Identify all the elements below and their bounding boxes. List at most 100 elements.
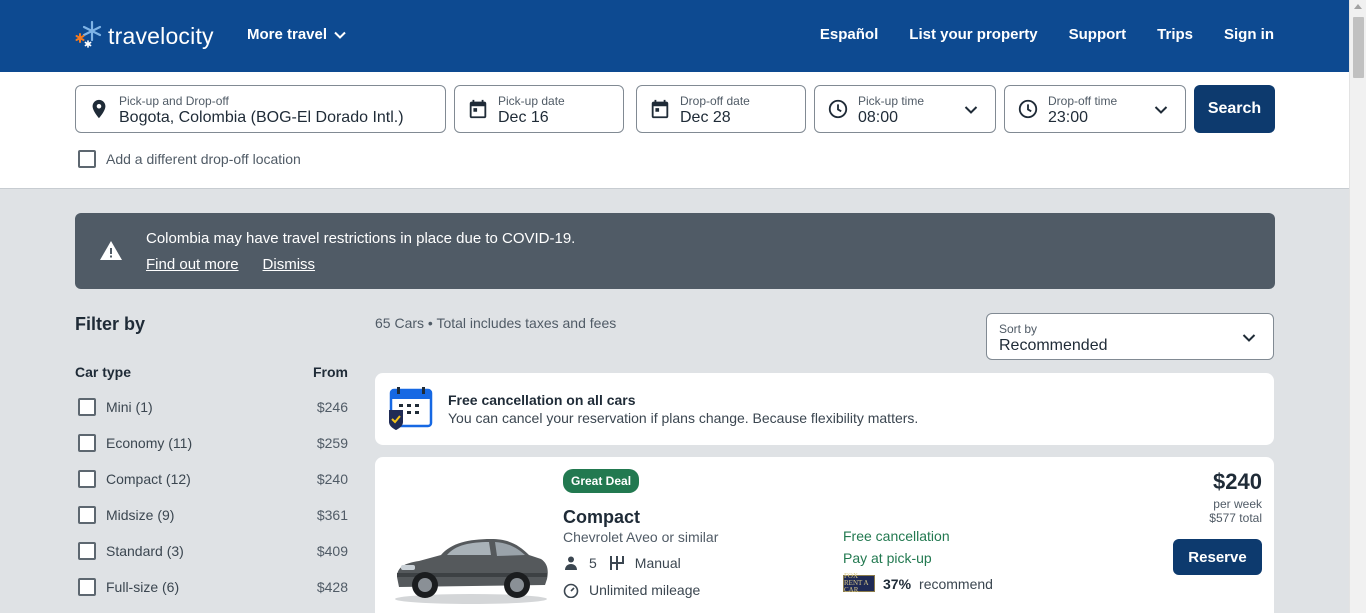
filter-label: Mini (1)	[106, 399, 153, 415]
more-travel-menu[interactable]: More travel	[247, 26, 347, 43]
warning-icon	[100, 241, 122, 260]
filter-item-compact[interactable]: Compact (12) $240	[75, 461, 348, 497]
dropoff-date-field[interactable]: Drop-off date Dec 28	[636, 85, 806, 133]
alert-links: Find out more Dismiss	[146, 256, 315, 273]
pickup-date-value: Dec 16	[498, 109, 549, 126]
scroll-up-arrow-icon[interactable]	[1354, 4, 1362, 9]
mileage-spec: Unlimited mileage	[563, 582, 700, 598]
dropoff-date-value: Dec 28	[680, 109, 731, 126]
filter-checkbox[interactable]	[78, 434, 96, 452]
different-dropoff-label: Add a different drop-off location	[106, 151, 301, 167]
page-scrollbar[interactable]	[1349, 0, 1366, 613]
from-heading: From	[313, 364, 348, 380]
location-value: Bogota, Colombia (BOG-El Dorado Intl.)	[119, 109, 404, 126]
nav-language[interactable]: Español	[820, 26, 878, 43]
gearshift-icon	[609, 556, 624, 570]
more-travel-label: More travel	[247, 26, 328, 43]
calendar-icon	[469, 99, 487, 119]
great-deal-badge: Great Deal	[563, 469, 640, 493]
filter-checkbox[interactable]	[78, 470, 96, 488]
sort-label: Sort by	[999, 322, 1038, 336]
pickup-time-value: 08:00	[858, 109, 899, 126]
clock-icon	[1018, 99, 1038, 119]
pickup-time-select[interactable]: Pick-up time 08:00	[814, 85, 996, 133]
transmission-value: Manual	[634, 555, 681, 571]
price-total: $577 total	[1209, 511, 1262, 525]
speedometer-icon	[563, 583, 579, 598]
results-count: 65 Cars • Total includes taxes and fees	[375, 315, 617, 331]
sort-value: Recommended	[999, 337, 1108, 354]
mileage-value: Unlimited mileage	[589, 582, 701, 598]
reserve-button[interactable]: Reserve	[1173, 539, 1262, 575]
dismiss-link[interactable]: Dismiss	[263, 256, 316, 273]
header-nav: Español List your property Support Trips…	[820, 26, 1274, 43]
nav-list-property[interactable]: List your property	[909, 26, 1037, 43]
pickup-date-label: Pick-up date	[498, 94, 565, 108]
dropoff-time-value: 23:00	[1048, 109, 1089, 126]
nav-support[interactable]: Support	[1069, 26, 1127, 43]
site-header: travelocity More travel Español List you…	[0, 0, 1349, 72]
seats-spec: 5	[563, 555, 597, 571]
calendar-shield-icon	[389, 387, 433, 430]
filter-label: Standard (3)	[106, 543, 184, 559]
filter-price: $361	[316, 507, 348, 523]
filter-item-full-size[interactable]: Full-size (6) $428	[75, 569, 348, 605]
pickup-time-label: Pick-up time	[858, 94, 925, 108]
chevron-down-icon	[1242, 334, 1256, 342]
search-button[interactable]: Search	[1194, 85, 1275, 133]
chevron-down-icon	[334, 31, 346, 39]
travelocity-logo[interactable]: travelocity	[74, 18, 214, 54]
filter-item-economy[interactable]: Economy (11) $259	[75, 425, 348, 461]
fox-rent-a-car-logo: FOX RENT A CAR	[843, 573, 875, 594]
price-period: per week	[1213, 497, 1262, 511]
find-out-more-link[interactable]: Find out more	[146, 256, 239, 273]
recommend-text: recommend	[919, 575, 993, 592]
filter-checkbox[interactable]	[78, 578, 96, 596]
logo-text: travelocity	[108, 22, 214, 49]
transmission-spec: Manual	[609, 555, 681, 571]
different-dropoff-checkbox[interactable]	[78, 150, 96, 168]
free-cancellation-banner: Free cancellation on all cars You can ca…	[375, 373, 1274, 445]
filter-item-midsize[interactable]: Midsize (9) $361	[75, 497, 348, 533]
sort-select[interactable]: Sort by Recommended	[986, 313, 1274, 360]
different-dropoff-checkbox-row[interactable]: Add a different drop-off location	[78, 150, 301, 168]
filter-item-mini[interactable]: Mini (1) $246	[75, 389, 348, 425]
free-cancellation-subtitle: You can cancel your reservation if plans…	[448, 410, 919, 426]
seats-value: 5	[589, 555, 597, 571]
car-image	[395, 539, 548, 604]
car-model: Chevrolet Aveo or similar	[563, 529, 719, 545]
nav-sign-in[interactable]: Sign in	[1224, 26, 1274, 43]
car-result-card[interactable]: Great Deal Compact Chevrolet Aveo or sim…	[375, 457, 1274, 613]
price-per-week: $240	[1213, 469, 1262, 494]
filter-price: $240	[316, 471, 348, 487]
car-type-filter-list: Mini (1) $246 Economy (11) $259 Compact …	[75, 389, 348, 605]
filter-title: Filter by	[75, 314, 146, 334]
person-icon	[565, 556, 577, 570]
filter-label: Full-size (6)	[106, 579, 180, 595]
location-field[interactable]: Pick-up and Drop-off Bogota, Colombia (B…	[75, 85, 446, 133]
pickup-date-field[interactable]: Pick-up date Dec 16	[454, 85, 624, 133]
car-type-heading: Car type	[75, 364, 132, 380]
car-specs: 5 Manual	[563, 555, 681, 571]
calendar-icon	[651, 99, 669, 119]
free-cancellation-title: Free cancellation on all cars	[448, 392, 636, 408]
dropoff-time-select[interactable]: Drop-off time 23:00	[1004, 85, 1186, 133]
car-class: Compact	[563, 507, 641, 527]
filter-checkbox[interactable]	[78, 398, 96, 416]
filter-checkbox[interactable]	[78, 506, 96, 524]
vendor-rating: FOX RENT A CAR 37% recommend	[843, 573, 993, 594]
filter-checkbox[interactable]	[78, 542, 96, 560]
logo-star-icon	[74, 18, 106, 54]
nav-trips[interactable]: Trips	[1157, 26, 1193, 43]
filter-price: $409	[316, 543, 348, 559]
filter-label: Midsize (9)	[106, 507, 175, 523]
filter-price: $246	[316, 399, 348, 415]
covid-alert: Colombia may have travel restrictions in…	[75, 213, 1275, 289]
location-pin-icon	[92, 99, 106, 119]
location-label: Pick-up and Drop-off	[119, 94, 229, 108]
filter-price: $259	[316, 435, 348, 451]
recommend-percent: 37%	[883, 575, 912, 592]
scrollbar-thumb[interactable]	[1353, 17, 1364, 78]
filter-price: $428	[316, 579, 348, 595]
filter-item-standard[interactable]: Standard (3) $409	[75, 533, 348, 569]
